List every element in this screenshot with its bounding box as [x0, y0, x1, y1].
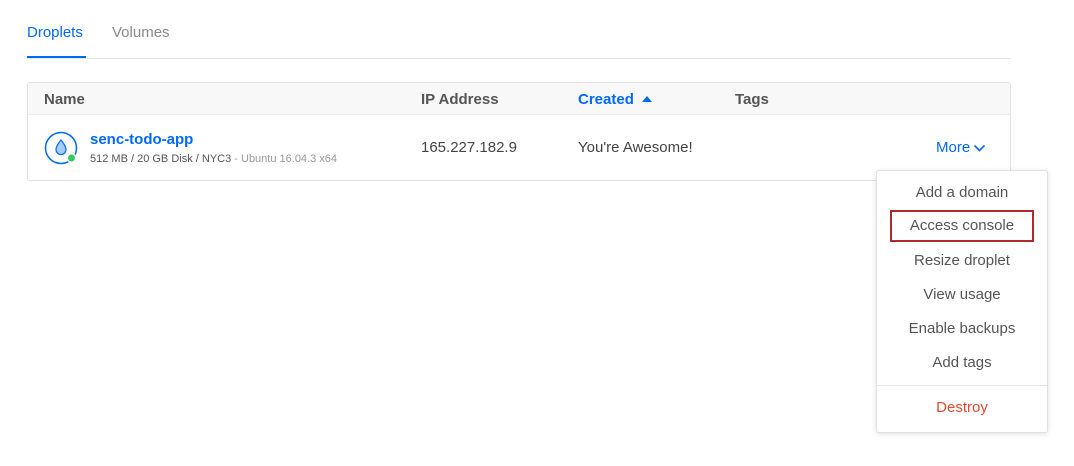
column-header-created-label: Created	[578, 91, 634, 108]
droplet-created: You're Awesome!	[578, 139, 693, 156]
more-dropdown-menu: Add a domain Access console Resize dropl…	[876, 170, 1048, 433]
droplet-specs-text: 512 MB / 20 GB Disk / NYC3	[90, 153, 232, 165]
column-header-ip[interactable]: IP Address	[421, 91, 499, 108]
menu-item-add-domain[interactable]: Add a domain	[877, 184, 1047, 201]
active-tab-indicator	[27, 56, 86, 58]
menu-item-view-usage[interactable]: View usage	[877, 286, 1047, 303]
droplets-table: Name IP Address Created Tags senc-todo-a…	[27, 82, 1011, 181]
droplet-name-link[interactable]: senc-todo-app	[90, 131, 193, 148]
table-row: senc-todo-app 512 MB / 20 GB Disk / NYC3…	[28, 115, 1010, 181]
menu-item-add-tags[interactable]: Add tags	[877, 354, 1047, 371]
droplet-tabs: Droplets Volumes	[27, 0, 1011, 59]
table-header: Name IP Address Created Tags	[28, 83, 1010, 115]
menu-item-access-console[interactable]: Access console	[890, 210, 1034, 242]
droplet-os: - Ubuntu 16.04.3 x64	[231, 153, 338, 165]
column-header-created[interactable]: Created	[578, 91, 652, 108]
tab-droplets[interactable]: Droplets	[27, 24, 83, 41]
column-header-tags[interactable]: Tags	[735, 91, 769, 108]
chevron-down-icon	[974, 144, 986, 152]
more-menu-button[interactable]: More	[936, 139, 986, 156]
menu-item-resize-droplet[interactable]: Resize droplet	[877, 252, 1047, 269]
status-active-indicator	[66, 153, 77, 163]
menu-item-enable-backups[interactable]: Enable backups	[877, 320, 1047, 337]
droplet-ip: 165.227.182.9	[421, 139, 517, 156]
menu-divider	[877, 385, 1047, 386]
tab-volumes[interactable]: Volumes	[112, 24, 170, 41]
droplet-icon	[44, 131, 78, 165]
more-menu-label: More	[936, 139, 971, 156]
droplet-specs: 512 MB / 20 GB Disk / NYC3 - Ubuntu 16.0…	[90, 153, 337, 165]
column-header-name[interactable]: Name	[44, 91, 85, 108]
menu-item-destroy[interactable]: Destroy	[877, 399, 1047, 416]
sort-ascending-icon	[641, 96, 652, 102]
